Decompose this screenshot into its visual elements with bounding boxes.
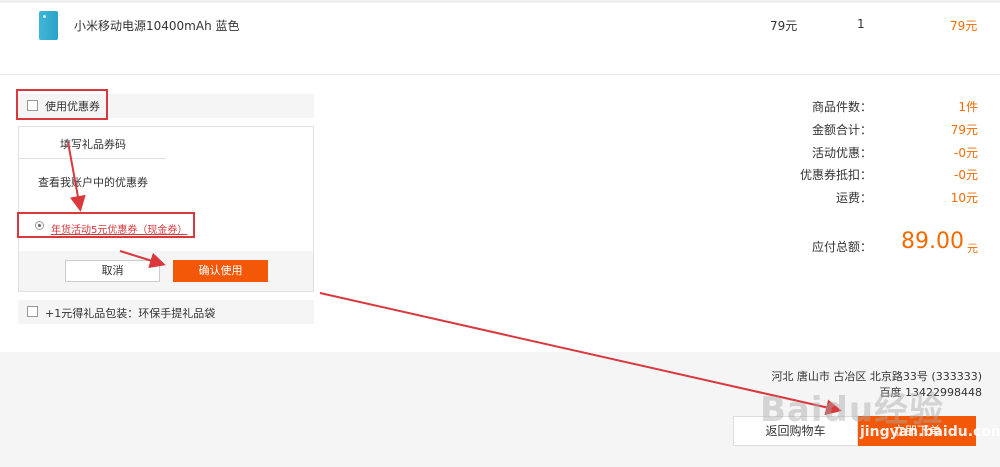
- watermark-url: jingyan.baidu.com: [860, 424, 1000, 440]
- arrow-to-option: [67, 141, 86, 212]
- arrow-to-confirm: [119, 250, 166, 269]
